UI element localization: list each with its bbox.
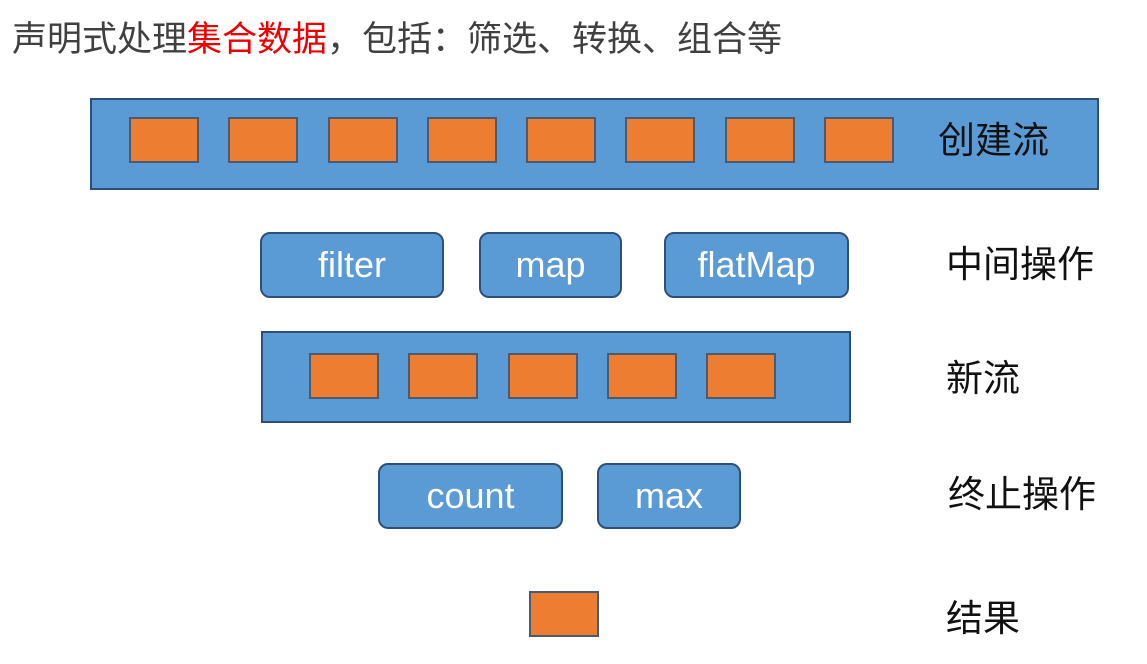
result-element bbox=[529, 591, 599, 637]
headline-part1: 声明式处理 bbox=[12, 20, 188, 60]
headline-highlight: 集合数据 bbox=[187, 20, 328, 60]
stream-element bbox=[725, 117, 795, 163]
stream-element bbox=[625, 117, 695, 163]
stage-label-terminal: 终止操作 bbox=[948, 473, 1096, 516]
flatmap-op: flatMap bbox=[664, 232, 849, 298]
stream-element bbox=[706, 353, 776, 399]
stream-element bbox=[129, 117, 199, 163]
stream-element bbox=[328, 117, 398, 163]
stream-element bbox=[824, 117, 894, 163]
stream-element bbox=[508, 353, 578, 399]
stage-label-intermediate: 中间操作 bbox=[946, 243, 1094, 286]
stream-element bbox=[427, 117, 497, 163]
stage-label-create: 创建流 bbox=[938, 119, 1049, 162]
stage-label-result: 结果 bbox=[946, 597, 1020, 640]
stream-element bbox=[607, 353, 677, 399]
filter-op: filter bbox=[260, 232, 444, 298]
count-op: count bbox=[378, 463, 563, 529]
stage-label-new-stream: 新流 bbox=[946, 357, 1020, 400]
headline: 声明式处理集合数据，包括：筛选、转换、组合等 bbox=[12, 14, 782, 66]
stream-element bbox=[309, 353, 379, 399]
stream-element bbox=[228, 117, 298, 163]
headline-part2: ，包括：筛选、转换、组合等 bbox=[327, 20, 783, 60]
max-op: max bbox=[597, 463, 741, 529]
stream-element bbox=[526, 117, 596, 163]
stream-element bbox=[408, 353, 478, 399]
map-op: map bbox=[479, 232, 622, 298]
new-stream-bar bbox=[261, 331, 851, 423]
